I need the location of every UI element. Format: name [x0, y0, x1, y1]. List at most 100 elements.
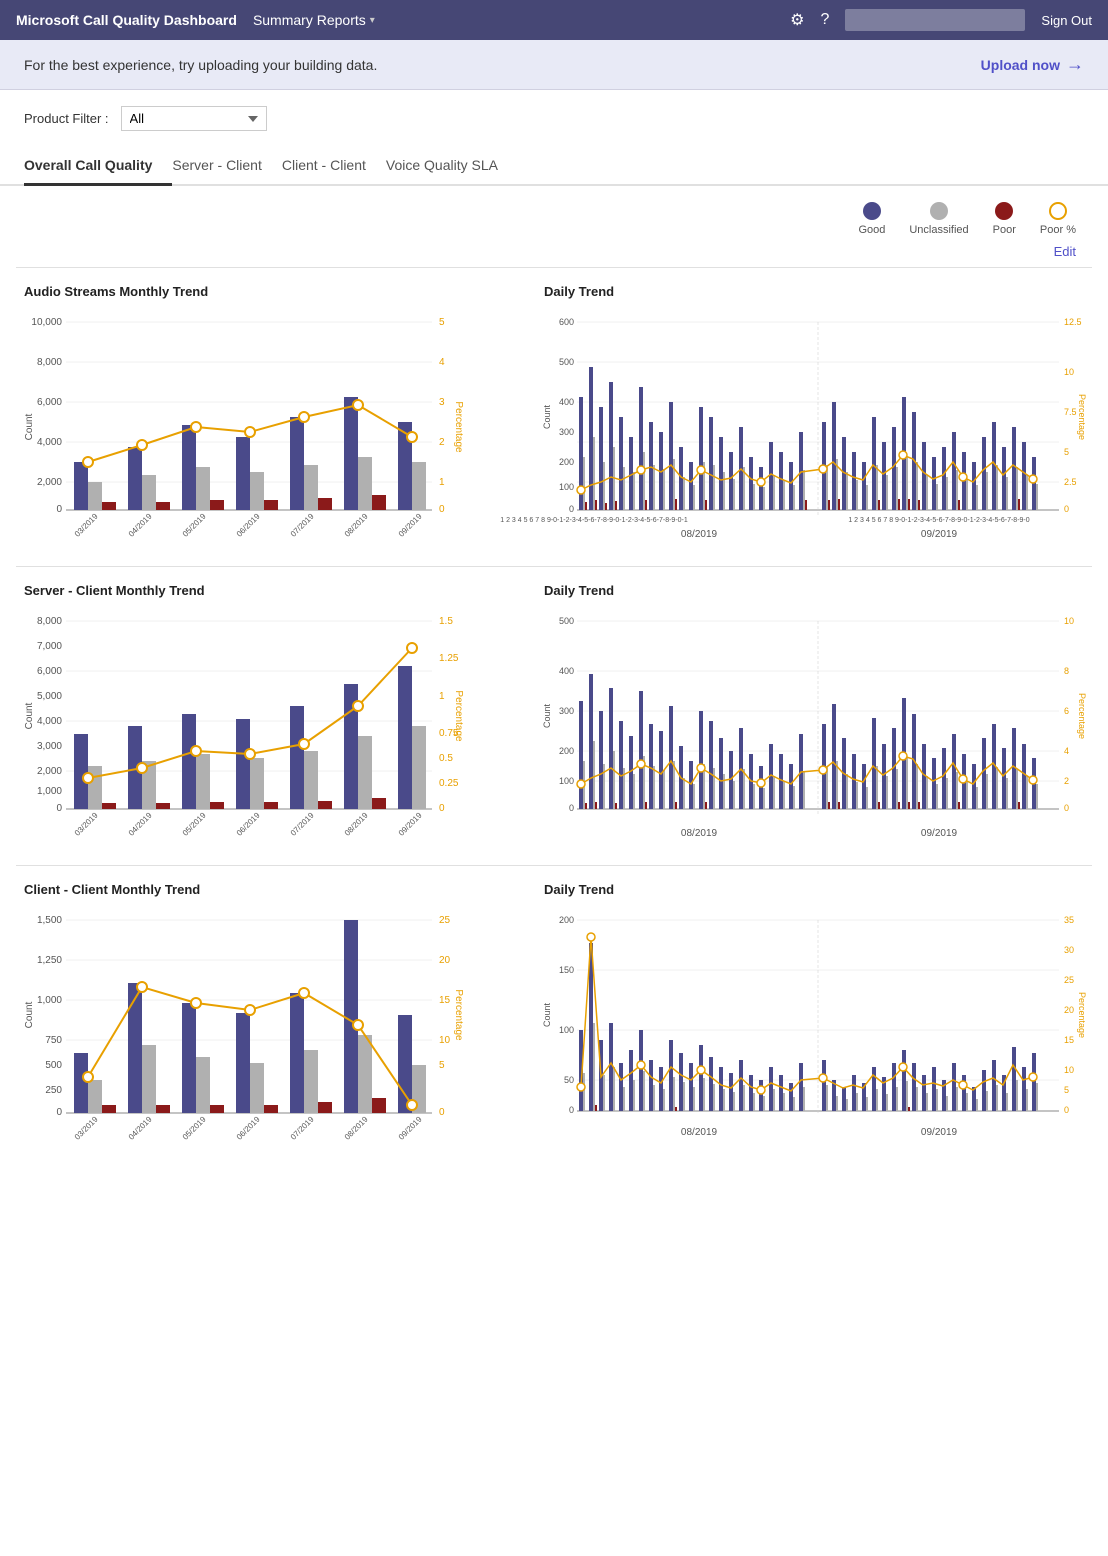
svg-text:0: 0 [569, 504, 574, 514]
svg-text:Count: Count [24, 702, 35, 729]
svg-text:12.5: 12.5 [1064, 317, 1082, 327]
svg-text:25: 25 [439, 915, 451, 926]
server-client-daily-wrapper: 500 400 300 200 100 0 Count 10 8 6 4 2 0… [544, 606, 1084, 849]
svg-text:0: 0 [569, 803, 574, 813]
search-input[interactable] [845, 9, 1025, 31]
svg-text:Percentage: Percentage [453, 401, 464, 453]
svg-text:4: 4 [439, 357, 445, 368]
server-client-monthly-chart: Server - Client Monthly Trend 8,000 7,00… [16, 567, 536, 865]
client-client-monthly-title: Client - Client Monthly Trend [24, 882, 528, 897]
svg-text:0: 0 [56, 1107, 62, 1118]
svg-text:750: 750 [45, 1035, 62, 1046]
svg-text:4,000: 4,000 [37, 437, 62, 448]
server-client-monthly-title: Server - Client Monthly Trend [24, 583, 528, 598]
svg-text:0: 0 [439, 803, 445, 814]
svg-text:1.25: 1.25 [439, 653, 459, 664]
svg-text:05/2019: 05/2019 [181, 511, 208, 538]
svg-text:04/2019: 04/2019 [127, 511, 154, 538]
client-client-monthly-chart: Client - Client Monthly Trend 1,500 1,25… [16, 866, 536, 1174]
charts-grid-row2: Server - Client Monthly Trend 8,000 7,00… [0, 567, 1108, 865]
nav-dropdown-arrow: ▾ [370, 15, 375, 26]
svg-text:4: 4 [1064, 746, 1069, 756]
svg-text:400: 400 [559, 397, 574, 407]
audio-daily-wrapper: 600 500 400 300 200 100 0 Count 12.5 10 … [544, 307, 1084, 550]
tab-voice-quality-sla[interactable]: Voice Quality SLA [386, 147, 518, 186]
tab-client-client[interactable]: Client - Client [282, 147, 386, 186]
svg-text:5: 5 [1064, 1085, 1069, 1095]
svg-text:06/2019: 06/2019 [235, 1114, 262, 1141]
svg-text:0: 0 [439, 504, 445, 515]
svg-text:04/2019: 04/2019 [127, 810, 154, 837]
svg-text:0: 0 [56, 803, 62, 814]
svg-text:09/2019: 09/2019 [921, 1127, 958, 1138]
product-filter-select[interactable]: All Teams Skype for Business [121, 106, 267, 131]
client-client-monthly-wrapper: 1,500 1,250 1,000 750 500 250 0 Count 25… [24, 905, 528, 1158]
header: Microsoft Call Quality Dashboard Summary… [0, 0, 1108, 40]
settings-icon[interactable]: ⚙ [790, 10, 804, 30]
sign-out-link[interactable]: Sign Out [1041, 13, 1092, 28]
svg-text:1,000: 1,000 [37, 786, 62, 797]
help-icon[interactable]: ? [821, 11, 830, 29]
legend-poor-pct-dot [1049, 202, 1067, 220]
svg-text:8: 8 [1064, 666, 1069, 676]
svg-text:20: 20 [439, 955, 451, 966]
svg-text:Percentage: Percentage [1077, 992, 1087, 1038]
audio-monthly-wrapper: 10,000 8,000 6,000 4,000 2,000 0 Count 5… [24, 307, 528, 550]
upload-now-link[interactable]: Upload now → [981, 54, 1084, 75]
svg-text:5: 5 [1064, 447, 1069, 457]
edit-section: Edit [0, 240, 1108, 267]
svg-text:0.5: 0.5 [439, 753, 453, 764]
tabs-bar: Overall Call Quality Server - Client Cli… [24, 147, 1084, 184]
svg-text:150: 150 [559, 965, 574, 975]
server-client-daily-svg: 500 400 300 200 100 0 Count 10 8 6 4 2 0… [544, 606, 1084, 846]
svg-text:2,000: 2,000 [37, 477, 62, 488]
svg-text:5,000: 5,000 [37, 691, 62, 702]
svg-text:1,250: 1,250 [37, 955, 62, 966]
app-name: Microsoft Call Quality Dashboard [16, 12, 237, 28]
svg-text:0: 0 [1064, 1105, 1069, 1115]
svg-text:08/2019: 08/2019 [343, 810, 370, 837]
svg-text:09/2019: 09/2019 [921, 828, 958, 839]
tab-server-client[interactable]: Server - Client [172, 147, 281, 186]
legend-poor-pct: Poor % [1040, 202, 1076, 236]
svg-text:10: 10 [439, 1035, 451, 1046]
edit-button[interactable]: Edit [1054, 244, 1076, 259]
legend-unclassified-label: Unclassified [909, 224, 968, 236]
svg-text:0: 0 [1064, 504, 1069, 514]
server-client-monthly-svg: 8,000 7,000 6,000 5,000 4,000 3,000 2,00… [24, 606, 464, 846]
svg-text:0: 0 [439, 1107, 445, 1118]
svg-text:07/2019: 07/2019 [289, 810, 316, 837]
svg-text:1 2 3 4 5 6 7 8 9-0-1-2-3-4-5-: 1 2 3 4 5 6 7 8 9-0-1-2-3-4-5-6-7-8-9-0-… [500, 517, 688, 524]
client-client-daily-title: Daily Trend [544, 882, 1084, 897]
legend-poor-label: Poor [993, 224, 1016, 236]
svg-text:5: 5 [439, 1060, 445, 1071]
svg-text:08/2019: 08/2019 [681, 828, 718, 839]
filter-label: Product Filter : [24, 111, 109, 126]
svg-text:1,500: 1,500 [37, 915, 62, 926]
header-icons: ⚙ ? Sign Out [790, 9, 1092, 31]
svg-text:20: 20 [1064, 1005, 1074, 1015]
banner-text: For the best experience, try uploading y… [24, 57, 377, 73]
svg-text:05/2019: 05/2019 [181, 810, 208, 837]
nav-summary-reports[interactable]: Summary Reports ▾ [253, 12, 375, 28]
svg-text:2.5: 2.5 [1064, 477, 1077, 487]
svg-text:1: 1 [439, 691, 445, 702]
svg-text:2,000: 2,000 [37, 766, 62, 777]
charts-grid: Audio Streams Monthly Trend 10,000 8,000… [0, 268, 1108, 566]
server-client-daily-title: Daily Trend [544, 583, 1084, 598]
svg-text:1: 1 [439, 477, 445, 488]
server-client-monthly-wrapper: 8,000 7,000 6,000 5,000 4,000 3,000 2,00… [24, 606, 528, 849]
svg-text:2: 2 [1064, 776, 1069, 786]
svg-text:5: 5 [439, 317, 445, 328]
svg-text:6,000: 6,000 [37, 397, 62, 408]
svg-text:500: 500 [559, 357, 574, 367]
svg-text:15: 15 [1064, 1035, 1074, 1045]
tab-overall-call-quality[interactable]: Overall Call Quality [24, 147, 172, 186]
svg-text:Count: Count [542, 1003, 552, 1028]
svg-text:Percentage: Percentage [1077, 394, 1087, 440]
svg-text:500: 500 [559, 616, 574, 626]
audio-daily-chart: Daily Trend 600 500 400 300 200 100 0 Co… [536, 268, 1092, 566]
svg-text:10: 10 [1064, 616, 1074, 626]
svg-text:15: 15 [439, 995, 451, 1006]
svg-text:7.5: 7.5 [1064, 407, 1077, 417]
